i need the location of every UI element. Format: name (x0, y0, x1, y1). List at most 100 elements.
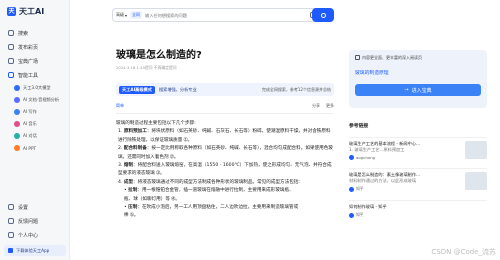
step-item: 2. 配合料制备：按一定比例称取各种原料（如石英砂、纯碱、长石等），混合均匀成配… (118, 146, 333, 160)
chevron-down-icon: ▾ (125, 12, 128, 18)
feedback-icon (8, 218, 14, 224)
forming-item: 棒 ➄。 (124, 212, 334, 220)
ref-source: 知乎 (349, 212, 487, 218)
enter-button[interactable]: → 进入宝典 (355, 84, 481, 96)
tools-list: 天工3.0大模型 AI 文档·音视频分析 AI 写作 AI 音乐 AI 对话 A… (0, 82, 69, 154)
gear-icon (8, 204, 14, 210)
book-icon (355, 55, 360, 60)
sidebar-item-label: 宝典广场 (18, 58, 39, 65)
right-panel: 内容更全面、更丰富的深入阅读页 玻璃的制造原理 → 进入宝典 参考链接 玻璃生产工… (349, 50, 487, 218)
search-mode-label: 高级 (116, 12, 124, 17)
search-summary[interactable]: 完成全网搜索，参考12个信息源并总结 (262, 87, 331, 93)
step-title: 配合料制备 (123, 146, 147, 152)
ref-thumbnail (465, 172, 487, 190)
ref-thumbnail (465, 141, 487, 159)
mode-text: 搜索增强，分析专业 (158, 86, 197, 92)
step-text: ：将配合料送入玻璃熔窑，在高温（1550 - 1600℃）下加热，使之形成均匀、… (118, 163, 332, 177)
enter-label: 进入宝典 (411, 87, 432, 94)
forming-item: 瓶、球（如聊灯用）等 ➃。 (124, 196, 334, 204)
ref-title: 如何制作玻璃 - 知乎 (349, 204, 387, 209)
tool-item-model[interactable]: 天工3.0大模型 (14, 82, 69, 94)
tool-item-chat[interactable]: AI 对话 (14, 130, 69, 142)
sidebar-item-label: 搜索 (18, 30, 29, 37)
step-item: 4. 成型：将液态玻璃通过不同的成型方法制成各种形状的玻璃制品。常见的成型方法包… (118, 179, 300, 185)
book-icon (8, 58, 14, 64)
sidebar-item-profile[interactable]: 个人中心 (0, 228, 70, 242)
search-icon (8, 30, 14, 36)
step-text: ：按一定比例称取各种原料（如石英砂、纯碱、长石等），混合均匀成配合料。如果使用色… (118, 146, 333, 160)
article-body: 玻璃的制造过程主要包括以下几个步骤: 1. 原料预加工：将块状原料（如石英砂、纯… (116, 120, 334, 221)
publish-icon (8, 44, 14, 50)
model-icon (14, 85, 20, 91)
sidebar-item-square[interactable]: 宝典广场 (0, 54, 69, 68)
tool-item-writing[interactable]: AI 写作 (14, 106, 69, 118)
ref-item[interactable]: 玻璃生产工艺的基本流程 - 新闻中心... 1. 玻璃生产工艺...原料预加工 … (349, 137, 487, 160)
chat-icon (14, 133, 20, 139)
forming-list: • 拉制：用一根锥铂合金管，插一道玻璃在熔融中进行拉制，主要用来成形玻璃瓶、 瓶… (116, 187, 334, 221)
logo[interactable]: 天 天工AI (0, 0, 69, 16)
tool-label: AI 文档·音视频分析 (23, 97, 60, 102)
refs-title: 参考链接 (349, 124, 369, 129)
sidebar-item-label: 智能工具 (18, 72, 39, 79)
article-meta: 2024.3.18 1.45提问 不再确定提问 (116, 65, 177, 70)
arrow-right-icon: → (404, 87, 409, 93)
tools-icon (8, 72, 14, 78)
scope-chip[interactable]: 全网 (130, 11, 143, 19)
step-title: 熔制 (123, 163, 134, 169)
writing-icon (14, 109, 20, 115)
watermark: CSDN @Code_流苏 (431, 248, 496, 256)
tool-item-ppt[interactable]: AI PPT (14, 142, 69, 154)
forming-text: ：在吹成小泡后，另一工人用顶盘粘住，二人边吹边拉，主要用来制造玻璃管或 (137, 205, 299, 211)
mode-badge[interactable]: 天工AI高级模式 (119, 85, 155, 94)
source-avatar (349, 155, 354, 160)
search-icon (320, 12, 326, 18)
ref-item[interactable]: 玻璃是怎么制造的：素土像玻璃制作... 材料制作通过的方法，以此形成玻璃 知乎 (349, 168, 487, 192)
source-name: 知乎 (356, 212, 364, 217)
source-name: 知乎 (356, 186, 364, 191)
music-icon (14, 121, 20, 127)
source-label: 简单 (116, 103, 124, 108)
tool-label: 天工3.0大模型 (23, 85, 51, 90)
ref-source: 知乎 (349, 186, 461, 192)
page-title: 玻璃是怎么制造的? (116, 50, 202, 61)
sidebar-item-settings[interactable]: 设置 (0, 200, 70, 214)
article: 玻璃是怎么制造的? 2024.3.18 1.45提问 不再确定提问 天工AI高级… (116, 46, 334, 221)
deep-read-card: 内容更全面、更丰富的深入阅读页 玻璃的制造原理 → 进入宝典 (349, 50, 487, 108)
source-name: aoguhong (356, 155, 376, 160)
mode-banner: 天工AI高级模式 搜索增强，分析专业 完成全网搜索，参考12个信息源并总结 (116, 83, 334, 96)
sidebar-item-label: 反馈问题 (18, 218, 39, 225)
download-app-button[interactable]: 下载体验天工App (4, 245, 66, 256)
more-button[interactable]: 更多 (326, 103, 334, 109)
sidebar-item-label: 个人中心 (18, 232, 39, 239)
forming-title: 拉制 (128, 188, 138, 194)
deep-read-link[interactable]: 玻璃的制造原理 (355, 69, 481, 76)
search-input[interactable] (145, 12, 307, 18)
divider (116, 113, 334, 114)
step-title: 原料预加工 (123, 129, 147, 135)
sidebar-item-feedback[interactable]: 反馈问题 (0, 214, 70, 228)
sidebar-item-label: 发布彩页 (18, 44, 39, 51)
article-actions: 简单 分享 更多 (116, 103, 334, 109)
search-mode-select[interactable]: 高级 ▾ (116, 12, 127, 18)
deep-read-hint: 内容更全面、更丰富的深入阅读页 (355, 55, 481, 61)
download-label: 下载体验天工App (16, 247, 50, 253)
tool-item-doc[interactable]: AI 文档·音视频分析 (14, 94, 69, 106)
sidebar-bottom: 设置 反馈问题 个人中心 下载体验天工App (0, 200, 70, 260)
ppt-icon (14, 145, 20, 151)
search-button[interactable] (312, 8, 334, 22)
ref-item[interactable]: 如何制作玻璃 - 知乎 知乎 (349, 200, 487, 218)
source-avatar (349, 186, 354, 192)
tool-label: AI 对话 (23, 133, 37, 138)
tool-label: AI 写作 (23, 109, 37, 114)
sidebar: 天 天工AI 搜索 发布彩页 宝典广场 智能工具 天工3.0大模型 AI 文档·… (0, 0, 70, 260)
sidebar-item-tools[interactable]: 智能工具 (0, 68, 69, 82)
forming-title: 压制 (128, 205, 138, 211)
sidebar-item-search[interactable]: 搜索 (0, 26, 69, 40)
share-button[interactable]: 分享 (312, 103, 320, 109)
tool-label: AI PPT (23, 145, 37, 151)
sidebar-item-label: 设置 (18, 204, 29, 211)
step-item: 3. 熔制：将配合料送入玻璃熔窑，在高温（1550 - 1600℃）下加热，使之… (118, 163, 332, 177)
forming-item: • 拉制：用一根锥铂合金管，插一道玻璃在熔融中进行拉制，主要用来成形玻璃瓶、 (124, 188, 294, 194)
sidebar-item-publish[interactable]: 发布彩页 (0, 40, 69, 54)
tool-item-music[interactable]: AI 音乐 (14, 118, 69, 130)
